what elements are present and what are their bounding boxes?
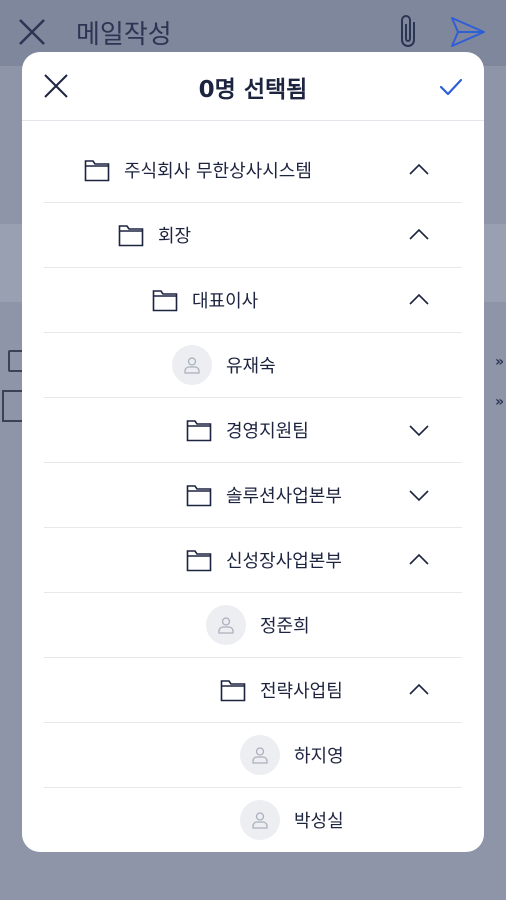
chevron-up-icon[interactable] <box>408 225 430 245</box>
person-icon <box>218 617 234 634</box>
folder-icon <box>118 225 144 247</box>
tree-person-row[interactable]: 하지영 <box>44 723 462 788</box>
checkmark-icon[interactable] <box>438 74 464 100</box>
send-icon[interactable] <box>448 12 488 52</box>
attachment-icon[interactable] <box>396 12 424 52</box>
folder-icon <box>220 680 246 702</box>
expand-arrow-icon[interactable]: » <box>495 354 504 370</box>
folder-label: 신성장사업본부 <box>226 551 342 572</box>
folder-label: 회장 <box>158 226 192 247</box>
folder-label: 전략사업팀 <box>260 681 343 702</box>
chevron-down-icon[interactable] <box>408 420 430 440</box>
expand-arrow-icon[interactable]: » <box>495 394 504 410</box>
folder-label: 솔루션사업본부 <box>226 486 342 507</box>
close-icon[interactable] <box>14 14 50 50</box>
chevron-down-icon[interactable] <box>408 485 430 505</box>
tree-folder-row[interactable]: 신성장사업본부 <box>44 528 462 593</box>
person-name: 정준희 <box>260 616 310 637</box>
chevron-up-icon[interactable] <box>408 160 430 180</box>
recipient-picker-modal: 0명 선택됨 주식회사 무한상사시스템회장대표이사유재숙경영지원팀솔루션사업본부… <box>22 52 484 852</box>
person-icon <box>184 357 200 374</box>
person-icon <box>252 747 268 764</box>
folder-label: 대표이사 <box>192 291 259 312</box>
person-name: 유재숙 <box>226 356 276 377</box>
tree-person-row[interactable]: 정준희 <box>44 593 462 658</box>
tree-folder-row[interactable]: 전략사업팀 <box>44 658 462 723</box>
tree-person-row[interactable]: 유재숙 <box>44 333 462 398</box>
avatar <box>206 605 246 645</box>
avatar <box>240 735 280 775</box>
person-name: 하지영 <box>294 746 344 767</box>
folder-icon <box>186 420 212 442</box>
tree-folder-row[interactable]: 회장 <box>44 203 462 268</box>
chevron-up-icon[interactable] <box>408 680 430 700</box>
folder-icon <box>152 290 178 312</box>
tree-person-row[interactable]: 박성실 <box>44 788 462 852</box>
folder-icon <box>186 550 212 572</box>
avatar <box>240 800 280 840</box>
folder-label: 주식회사 무한상사시스템 <box>124 161 312 182</box>
folder-icon <box>84 160 110 182</box>
folder-label: 경영지원팀 <box>226 421 309 442</box>
org-tree: 주식회사 무한상사시스템회장대표이사유재숙경영지원팀솔루션사업본부신성장사업본부… <box>22 138 484 852</box>
selection-count-title: 0명 선택됨 <box>198 77 308 103</box>
tree-folder-row[interactable]: 주식회사 무한상사시스템 <box>44 138 462 203</box>
modal-header: 0명 선택됨 <box>22 52 484 121</box>
folder-icon <box>186 485 212 507</box>
chevron-up-icon[interactable] <box>408 550 430 570</box>
compose-title: 메일작성 <box>76 20 172 50</box>
chevron-up-icon[interactable] <box>408 290 430 310</box>
tree-folder-row[interactable]: 경영지원팀 <box>44 398 462 463</box>
person-icon <box>252 812 268 829</box>
avatar <box>172 345 212 385</box>
tree-folder-row[interactable]: 솔루션사업본부 <box>44 463 462 528</box>
person-name: 박성실 <box>294 811 344 832</box>
tree-folder-row[interactable]: 대표이사 <box>44 268 462 333</box>
